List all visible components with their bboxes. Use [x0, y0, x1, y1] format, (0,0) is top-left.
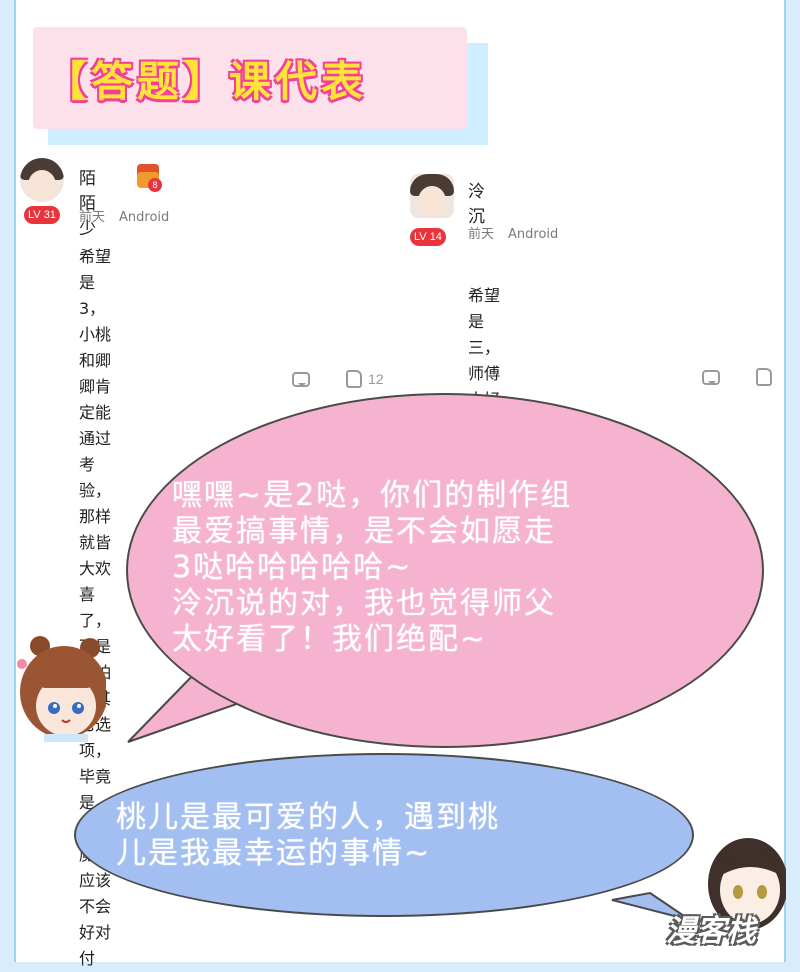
frame-border-right — [784, 0, 786, 962]
title-text: 【答题】课代表 — [45, 56, 368, 106]
title-banner: 【答题】课代表 — [33, 27, 467, 129]
comment-time: 前天 — [468, 227, 495, 242]
frame-border-left — [14, 0, 16, 962]
girl-character-illustration — [14, 636, 106, 742]
like-count: 12 — [368, 371, 384, 387]
username[interactable]: 陌陌少 — [79, 164, 96, 239]
gift-count: 8 — [148, 178, 162, 192]
blue-bubble-text: 桃儿是最可爱的人，遇到桃 儿是我最幸运的事情~ — [116, 800, 500, 872]
comment-actions — [702, 368, 772, 386]
comment-meta: 前天 Android — [468, 223, 558, 242]
comment-actions: 12 — [292, 370, 384, 388]
bubble-line: 太好看了！我们绝配~ — [172, 622, 488, 657]
comment-line: 希望是3，小桃和卿卿肯定能通过考验，那样 — [79, 247, 112, 526]
pink-bubble-text: 嘿嘿~是2哒，你们的制作组 最爱搞事情，是不会如愿走 3哒哈哈哈哈哈~ 泠沉说的… — [172, 478, 572, 658]
user-avatar[interactable] — [410, 174, 454, 218]
comment-icon[interactable] — [292, 371, 310, 387]
bubble-line: 3哒哈哈哈哈哈~ — [172, 550, 413, 585]
comment-icon[interactable] — [702, 369, 720, 385]
watermark-logo: 漫客栈 — [666, 914, 756, 949]
bubble-line: 儿是我最幸运的事情~ — [116, 836, 432, 871]
bubble-line: 最爱搞事情，是不会如愿走 — [172, 514, 556, 549]
like-icon[interactable] — [346, 370, 362, 388]
username[interactable]: 泠沉 — [468, 177, 485, 227]
comment-time: 前天 — [79, 210, 106, 225]
bubble-line: 嘿嘿~是2哒，你们的制作组 — [172, 478, 573, 513]
level-badge: LV 31 — [24, 206, 60, 224]
comment-device: Android — [119, 210, 170, 225]
bubble-line: 桃儿是最可爱的人，遇到桃 — [116, 800, 500, 835]
like-icon[interactable] — [756, 368, 772, 386]
bubble-line: 泠沉说的对，我也觉得师父 — [172, 586, 556, 621]
comment-device: Android — [508, 227, 559, 242]
comment-meta: 前天 Android — [79, 206, 169, 225]
user-avatar[interactable] — [20, 158, 64, 202]
level-badge: LV 14 — [410, 228, 446, 246]
